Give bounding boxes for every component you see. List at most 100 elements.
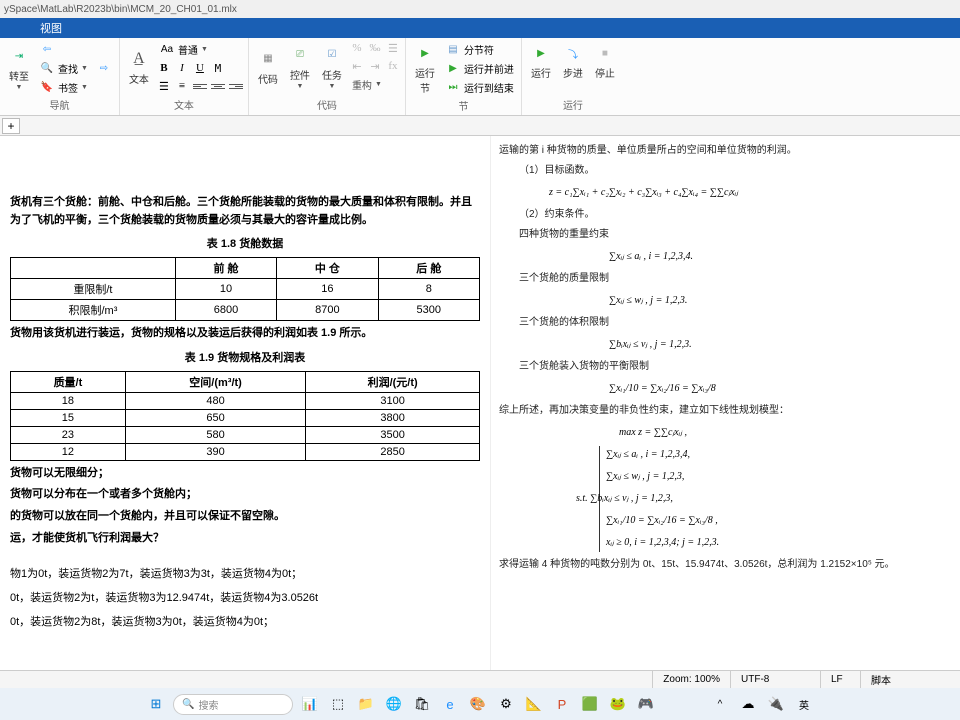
forward-button[interactable]: ⇨ [93, 59, 115, 77]
status-bar: Zoom: 100% UTF-8 LF 脚本 [0, 670, 960, 688]
math-text: 运输的第 i 种货物的质量、单位质量所占的空间和单位货物的利润。 [499, 142, 952, 160]
output-line: 物1为0t，装运货物2为7t，装运货物3为3t，装运货物4为0t； [10, 563, 480, 585]
run-section-icon: ▶ [414, 42, 436, 64]
table-row: 质量/t空间/(m³/t)利润/(元/t) [11, 371, 480, 392]
refactor-icon-2: ‰ [367, 40, 383, 56]
encoding-status[interactable]: UTF-8 [730, 671, 820, 688]
step-button[interactable]: ⤵步进 [558, 40, 588, 82]
tab-strip: + [0, 116, 960, 136]
taskbar-search[interactable]: 🔍 搜索 [173, 694, 293, 715]
paragraph: 货物可以无限细分； [10, 465, 480, 483]
run-button[interactable]: ▶运行 [526, 40, 556, 82]
equation: ∑xᵢⱼ ≤ aᵢ , i = 1,2,3,4. [609, 248, 952, 266]
refactor-button[interactable]: 重构▼ [349, 76, 401, 93]
app-icon[interactable]: 🎨 [467, 693, 489, 715]
ie-icon[interactable]: e [439, 693, 461, 715]
cargo-spec-table: 质量/t空间/(m³/t)利润/(元/t) 184803100 15650380… [10, 371, 480, 461]
title-bar: ySpace\MatLab\R2023b\bin\MCM_20_CH01_01.… [0, 0, 960, 18]
matlab-icon[interactable]: 📐 [523, 693, 545, 715]
find-button[interactable]: 🔍查找▼ [36, 59, 91, 77]
table-row: 184803100 [11, 392, 480, 409]
tray-icon[interactable]: 🔌 [765, 693, 787, 715]
bookmark-button[interactable]: 🔖书签▼ [36, 78, 91, 96]
run-advance-button[interactable]: ▶运行并前进 [442, 60, 517, 78]
powerpoint-icon[interactable]: P [551, 693, 573, 715]
paragraph: 的货物可以放在同一个货舱内，并且可以保证不留空隙。 [10, 508, 480, 526]
refactor-icon-1: % [349, 40, 365, 56]
equation: ∑bᵢxᵢⱼ ≤ vⱼ , j = 1,2,3. [609, 336, 952, 354]
bold-button[interactable]: B [156, 60, 172, 76]
app-icon[interactable]: 🎮 [635, 693, 657, 715]
align-right-button[interactable] [228, 78, 244, 94]
underline-button[interactable]: U [192, 60, 208, 76]
task-button[interactable]: ☑任务▼ [317, 42, 347, 92]
text-button[interactable]: A̲ 文本 [124, 46, 154, 88]
run-section-button[interactable]: ▶运行 节 [410, 40, 440, 97]
cargo-hold-table: 前 舱中 仓后 舱 重限制/t10168 积限制/m³680087005300 [10, 257, 480, 321]
nav-group: ⇥ 转至 ▼ ⇦ 🔍查找▼ 🔖书签▼ ⇨ 导航 [0, 38, 120, 115]
control-button[interactable]: ⎚控件▼ [285, 42, 315, 92]
task-view-icon[interactable]: ⬚ [327, 693, 349, 715]
goto-button[interactable]: ⇥ 转至 ▼ [4, 43, 34, 93]
output-line: 0t，装运货物2为8t，装运货物3为0t，装运货物4为0t； [10, 611, 480, 633]
paragraph: 运，才能使货机飞行利润最大？ [10, 530, 480, 548]
paragraph: 货机有三个货舱：前舱、中仓和后舱。三个货舱所能装载的货物的最大质量和体积有限制。… [10, 194, 480, 229]
edge-icon[interactable]: 🌐 [383, 693, 405, 715]
view-menu[interactable]: 视图 [40, 20, 62, 36]
play-icon: ▶ [530, 42, 552, 64]
step-icon: ⤵ [562, 42, 584, 64]
refactor-icon-5: ⇥ [367, 58, 383, 74]
text-group: A̲ 文本 Aa普通▼ B I U M ☰ ≡ [120, 38, 249, 115]
output-line: 0t，装运货物2为t，装运货物3为12.9474t，装运货物4为3.0526t [10, 587, 480, 609]
paragraph: 货物用该货机进行装运，货物的规格以及装运后获得的利润如表 1.9 所示。 [10, 325, 480, 343]
math-pane[interactable]: 运输的第 i 种货物的质量、单位质量所占的空间和单位货物的利润。 （1）目标函数… [490, 136, 960, 680]
tray-icon[interactable]: ☁ [737, 693, 759, 715]
italic-button[interactable]: I [174, 60, 190, 76]
app-icon[interactable]: ⚙ [495, 693, 517, 715]
align-center-button[interactable] [210, 78, 226, 94]
math-text: 四种货物的重量约束 [519, 226, 952, 244]
number-list-button[interactable]: ≡ [174, 78, 190, 94]
tray-chevron-icon[interactable]: ^ [709, 693, 731, 715]
refactor-icon-6: fx [385, 58, 401, 74]
math-text: 三个货舱的质量限制 [519, 270, 952, 288]
eol-status[interactable]: LF [820, 671, 860, 688]
control-icon: ⎚ [289, 44, 311, 66]
table-title: 表 1.9 货物规格及利润表 [10, 349, 480, 365]
ribbon-toolbar: ⇥ 转至 ▼ ⇦ 🔍查找▼ 🔖书签▼ ⇨ 导航 A̲ 文本 [0, 38, 960, 116]
start-button[interactable]: ⊞ [145, 693, 167, 715]
bookmark-icon: 🔖 [39, 79, 55, 95]
app-icon[interactable]: 🐸 [607, 693, 629, 715]
windows-taskbar: ⊞ 🔍 搜索 📊 ⬚ 📁 🌐 🛍 e 🎨 ⚙ 📐 P 🟩 🐸 🎮 ^ ☁ 🔌 英 [0, 688, 960, 720]
document-pane[interactable]: 货机有三个货舱：前舱、中仓和后舱。三个货舱所能装载的货物的最大质量和体积有限制。… [0, 136, 490, 680]
paragraph-icon: Aa [159, 41, 175, 57]
mode-status[interactable]: 脚本 [860, 671, 960, 688]
app-icon[interactable]: 📊 [299, 693, 321, 715]
table-row: 123902850 [11, 443, 480, 460]
file-path: ySpace\MatLab\R2023b\bin\MCM_20_CH01_01.… [4, 4, 237, 15]
menu-bar: 视图 [0, 18, 960, 38]
code-button[interactable]: ▦代码 [253, 46, 283, 88]
equation: ∑xᵢⱼ ≤ wⱼ , j = 1,2,3, [606, 468, 952, 486]
chevron-down-icon: ▼ [16, 84, 23, 91]
section-break-button[interactable]: ▤分节符 [442, 41, 517, 59]
run-to-end-button[interactable]: ⏭运行到结束 [442, 79, 517, 97]
store-icon[interactable]: 🛍 [411, 693, 433, 715]
style-normal-dropdown[interactable]: Aa普通▼ [156, 40, 244, 58]
add-tab-button[interactable]: + [2, 118, 20, 134]
paragraph: 货物可以分布在一个或者多个货舱内； [10, 486, 480, 504]
stop-button[interactable]: ■停止 [590, 40, 620, 82]
math-text: （1）目标函数。 [519, 162, 952, 180]
table-row: 重限制/t10168 [11, 279, 480, 300]
mono-button[interactable]: M [210, 60, 226, 76]
back-button[interactable]: ⇦ [36, 40, 91, 58]
bullet-list-button[interactable]: ☰ [156, 78, 172, 94]
zoom-status[interactable]: Zoom: 100% [652, 671, 730, 688]
math-text: 综上所述，再加决策变量的非负性约束，建立如下线性规划模型： [499, 402, 952, 420]
ime-indicator[interactable]: 英 [793, 693, 815, 715]
equation: ∑xᵢⱼ ≤ wⱼ , j = 1,2,3. [609, 292, 952, 310]
math-text: 求得运输 4 种货物的吨数分别为 0t、15t、15.9474t、3.0526t… [499, 556, 952, 574]
align-left-button[interactable] [192, 78, 208, 94]
app-icon[interactable]: 🟩 [579, 693, 601, 715]
explorer-icon[interactable]: 📁 [355, 693, 377, 715]
